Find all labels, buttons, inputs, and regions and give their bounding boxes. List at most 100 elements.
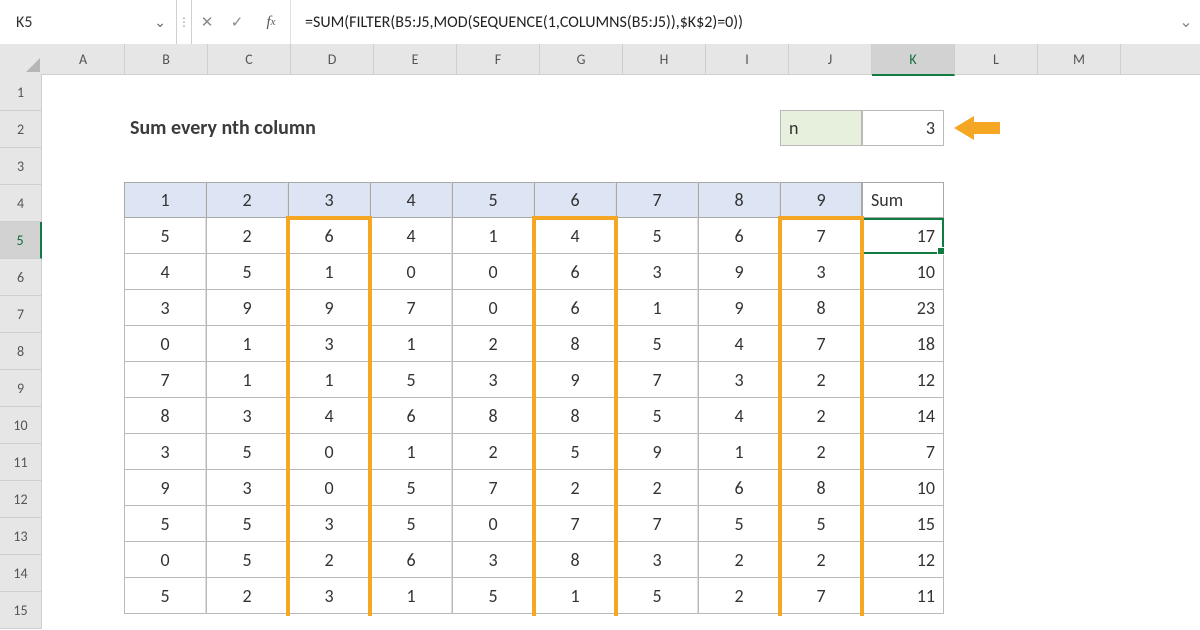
sum-cell[interactable]: 12 <box>862 362 944 398</box>
data-cell[interactable]: 2 <box>206 218 288 254</box>
row-header-5[interactable]: 5 <box>0 222 42 259</box>
data-cell[interactable]: 5 <box>124 578 206 614</box>
data-cell[interactable]: 6 <box>698 470 780 506</box>
col-header-J[interactable]: J <box>789 44 872 75</box>
table-header-7[interactable]: 7 <box>616 182 698 218</box>
name-box[interactable]: K5 ⌄ <box>0 0 177 44</box>
data-cell[interactable]: 6 <box>288 218 370 254</box>
data-cell[interactable]: 6 <box>534 290 616 326</box>
data-cell[interactable]: 5 <box>698 506 780 542</box>
col-header-B[interactable]: B <box>125 44 208 75</box>
data-cell[interactable]: 1 <box>288 254 370 290</box>
data-cell[interactable]: 2 <box>206 578 288 614</box>
data-cell[interactable]: 1 <box>698 434 780 470</box>
data-cell[interactable]: 3 <box>124 290 206 326</box>
row-header-2[interactable]: 2 <box>0 111 42 148</box>
data-cell[interactable]: 7 <box>452 470 534 506</box>
data-cell[interactable]: 5 <box>616 218 698 254</box>
table-header-8[interactable]: 8 <box>698 182 780 218</box>
data-cell[interactable]: 9 <box>698 290 780 326</box>
data-cell[interactable]: 2 <box>452 326 534 362</box>
data-cell[interactable]: 3 <box>206 470 288 506</box>
data-cell[interactable]: 1 <box>370 434 452 470</box>
data-cell[interactable]: 8 <box>534 398 616 434</box>
col-header-E[interactable]: E <box>374 44 457 75</box>
data-cell[interactable]: 9 <box>534 362 616 398</box>
data-cell[interactable]: 2 <box>616 470 698 506</box>
data-cell[interactable]: 6 <box>698 218 780 254</box>
data-cell[interactable]: 0 <box>452 290 534 326</box>
data-cell[interactable]: 4 <box>288 398 370 434</box>
data-cell[interactable]: 1 <box>206 326 288 362</box>
data-cell[interactable]: 1 <box>288 362 370 398</box>
table-header-5[interactable]: 5 <box>452 182 534 218</box>
col-header-G[interactable]: G <box>540 44 623 75</box>
data-cell[interactable]: 3 <box>288 326 370 362</box>
data-cell[interactable]: 1 <box>370 578 452 614</box>
accept-formula-button[interactable]: ✓ <box>222 0 252 44</box>
data-cell[interactable]: 3 <box>452 542 534 578</box>
data-cell[interactable]: 0 <box>124 326 206 362</box>
data-cell[interactable]: 9 <box>616 434 698 470</box>
expand-formula-bar-icon[interactable]: ⌄ <box>1172 0 1200 44</box>
data-cell[interactable]: 6 <box>370 542 452 578</box>
data-cell[interactable]: 4 <box>124 254 206 290</box>
data-cell[interactable]: 5 <box>370 506 452 542</box>
data-cell[interactable]: 2 <box>780 362 862 398</box>
data-cell[interactable]: 2 <box>534 470 616 506</box>
data-cell[interactable]: 7 <box>370 290 452 326</box>
data-cell[interactable]: 3 <box>452 362 534 398</box>
data-cell[interactable]: 9 <box>288 290 370 326</box>
data-cell[interactable]: 5 <box>206 434 288 470</box>
row-header-9[interactable]: 9 <box>0 370 42 407</box>
sum-cell[interactable]: 7 <box>862 434 944 470</box>
data-cell[interactable]: 3 <box>124 434 206 470</box>
row-header-14[interactable]: 14 <box>0 555 42 592</box>
data-cell[interactable]: 4 <box>534 218 616 254</box>
row-header-6[interactable]: 6 <box>0 259 42 296</box>
data-cell[interactable]: 2 <box>698 542 780 578</box>
col-header-F[interactable]: F <box>457 44 540 75</box>
data-cell[interactable]: 2 <box>288 542 370 578</box>
row-header-11[interactable]: 11 <box>0 444 42 481</box>
row-header-15[interactable]: 15 <box>0 592 42 629</box>
data-cell[interactable]: 5 <box>616 398 698 434</box>
data-cell[interactable]: 3 <box>206 398 288 434</box>
data-cell[interactable]: 8 <box>534 326 616 362</box>
data-cell[interactable]: 7 <box>780 218 862 254</box>
data-cell[interactable]: 3 <box>288 506 370 542</box>
data-cell[interactable]: 0 <box>370 254 452 290</box>
data-cell[interactable]: 3 <box>616 254 698 290</box>
data-cell[interactable]: 1 <box>452 218 534 254</box>
data-cell[interactable]: 0 <box>124 542 206 578</box>
data-cell[interactable]: 5 <box>534 434 616 470</box>
row-header-7[interactable]: 7 <box>0 296 42 333</box>
sum-cell[interactable]: 18 <box>862 326 944 362</box>
col-header-I[interactable]: I <box>706 44 789 75</box>
chevron-down-icon[interactable]: ⌄ <box>154 14 166 31</box>
data-cell[interactable]: 3 <box>780 254 862 290</box>
table-header-3[interactable]: 3 <box>288 182 370 218</box>
sum-cell[interactable]: 12 <box>862 542 944 578</box>
data-cell[interactable]: 6 <box>534 254 616 290</box>
data-cell[interactable]: 8 <box>124 398 206 434</box>
data-cell[interactable]: 1 <box>206 362 288 398</box>
sum-cell[interactable]: 17 <box>862 218 944 254</box>
data-cell[interactable]: 0 <box>452 254 534 290</box>
col-header-M[interactable]: M <box>1038 44 1121 75</box>
sum-cell[interactable]: 11 <box>862 578 944 614</box>
data-cell[interactable]: 5 <box>616 578 698 614</box>
col-header-extra[interactable] <box>1121 44 1200 75</box>
sum-header[interactable]: Sum <box>862 182 944 218</box>
data-cell[interactable]: 7 <box>780 326 862 362</box>
data-cell[interactable]: 7 <box>616 362 698 398</box>
data-cell[interactable]: 5 <box>780 506 862 542</box>
row-header-3[interactable]: 3 <box>0 148 42 185</box>
table-header-2[interactable]: 2 <box>206 182 288 218</box>
n-value[interactable]: 3 <box>862 110 944 146</box>
data-cell[interactable]: 5 <box>616 326 698 362</box>
data-cell[interactable]: 6 <box>370 398 452 434</box>
sum-cell[interactable]: 15 <box>862 506 944 542</box>
table-header-9[interactable]: 9 <box>780 182 862 218</box>
data-cell[interactable]: 5 <box>124 506 206 542</box>
